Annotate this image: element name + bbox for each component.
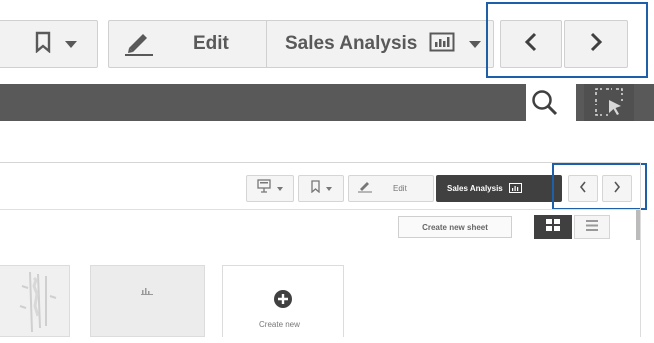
pencil-icon <box>357 179 373 198</box>
chevron-right-icon <box>589 32 603 57</box>
search-icon <box>530 88 560 123</box>
edit-label: Edit <box>393 184 407 193</box>
bookmark-button[interactable] <box>0 20 98 68</box>
search-button[interactable] <box>526 84 576 121</box>
bookmark-button-small[interactable] <box>298 175 344 202</box>
chevron-left-icon <box>524 32 538 57</box>
sheet-selector-button-small[interactable]: Sales Analysis <box>436 175 562 202</box>
sheet-thumbnail[interactable] <box>90 265 205 337</box>
story-button[interactable] <box>246 175 294 202</box>
next-sheet-button-small[interactable] <box>602 175 632 202</box>
chevron-left-icon <box>579 180 587 198</box>
sheet-selector-button[interactable]: Sales Analysis <box>266 20 494 68</box>
edit-label: Edit <box>193 33 229 54</box>
edit-button-small[interactable]: Edit <box>348 175 434 202</box>
panel-border <box>640 162 641 337</box>
edit-button[interactable]: Edit <box>108 20 268 68</box>
next-sheet-button[interactable] <box>564 20 628 68</box>
create-new-sheet-label: Create new sheet <box>422 222 488 232</box>
sheet-chart-icon <box>508 180 522 198</box>
chevron-down-icon <box>469 40 482 48</box>
sheet-name-label: Sales Analysis <box>447 184 503 193</box>
presentation-icon <box>257 179 271 198</box>
chevron-down-icon <box>277 186 283 191</box>
sheet-chart-icon <box>429 32 455 57</box>
sheet-name-label: Sales Analysis <box>285 33 418 54</box>
list-view-button[interactable] <box>574 215 610 239</box>
sheet-preview-image <box>19 271 57 333</box>
list-icon <box>586 218 598 236</box>
plus-circle-icon <box>273 289 293 314</box>
bookmark-icon <box>35 31 51 58</box>
chevron-down-icon <box>325 186 332 191</box>
toolbar-divider <box>0 209 640 210</box>
grid-icon <box>546 218 560 236</box>
grid-view-button[interactable] <box>534 215 572 239</box>
selection-mode-icon <box>594 87 624 122</box>
previous-sheet-button-small[interactable] <box>568 175 598 202</box>
nav-highlight-box-small <box>552 163 647 210</box>
chart-icon <box>141 282 153 300</box>
create-new-sheet-card[interactable]: Create new <box>222 265 344 337</box>
create-new-sheet-button[interactable]: Create new sheet <box>398 216 512 238</box>
pencil-icon <box>123 28 155 61</box>
bookmark-icon <box>310 179 320 198</box>
sheet-thumbnail[interactable] <box>0 265 70 337</box>
selection-mode-button[interactable] <box>584 84 634 121</box>
chevron-right-icon <box>613 180 621 198</box>
toolbar-divider <box>0 162 640 163</box>
create-card-label: Create new <box>259 320 300 329</box>
previous-sheet-button[interactable] <box>500 20 562 68</box>
chevron-down-icon <box>65 40 77 48</box>
